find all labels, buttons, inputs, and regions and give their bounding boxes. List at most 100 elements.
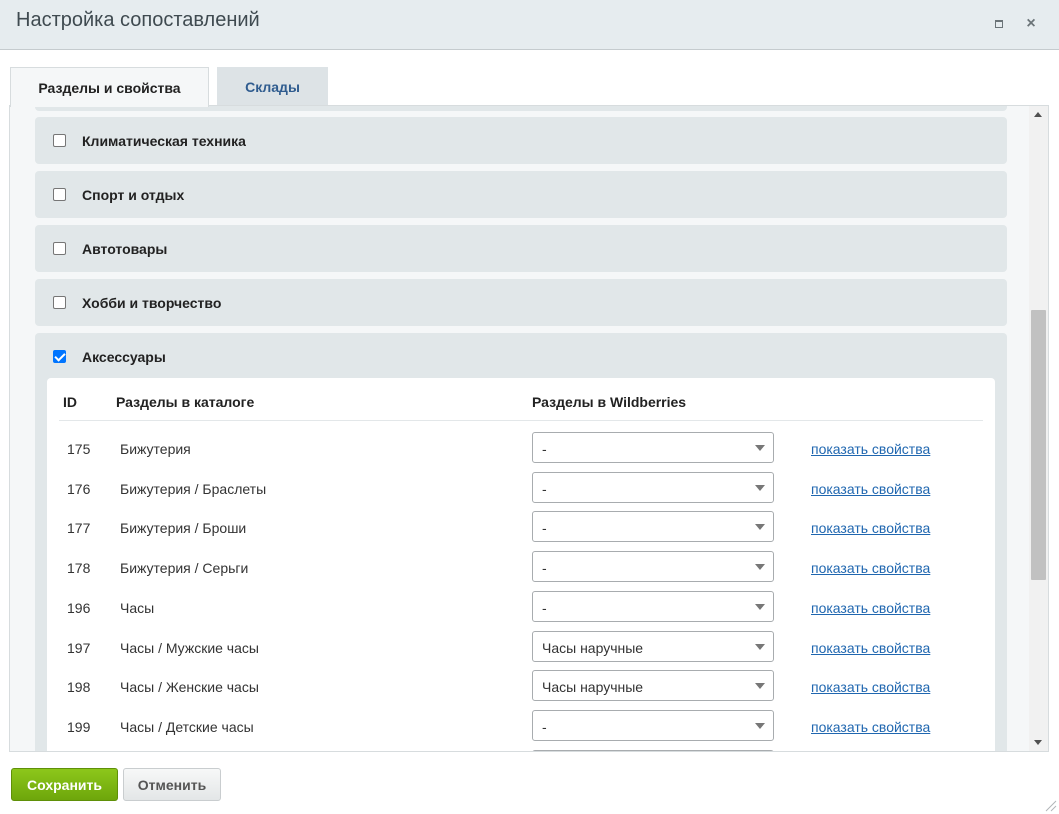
table-row: 177 Бижутерия / Броши - показать свойств… [47, 509, 995, 549]
dialog-title: Настройка сопоставлений [16, 9, 260, 31]
row-id: 196 [67, 599, 91, 616]
table-row: 198 Часы / Женские часы Часы наручные по… [47, 668, 995, 708]
show-properties-link[interactable]: показать свойства [811, 481, 930, 497]
select-value: Часы наручные [542, 679, 644, 696]
chevron-down-icon [755, 484, 765, 491]
select-value: - [542, 718, 547, 735]
row-catalog-section: Бижутерия / Броши [120, 520, 247, 537]
chevron-down-icon [755, 564, 765, 571]
show-properties-link[interactable]: показать свойства [811, 560, 930, 576]
chevron-down-icon [755, 643, 765, 650]
section-checkbox[interactable] [53, 350, 66, 363]
column-header-wildberries: Разделы в Wildberries [532, 394, 687, 410]
row-id: 175 [67, 441, 91, 457]
chevron-down-icon [755, 603, 765, 610]
section-hobby: Хобби и творчество [35, 279, 1007, 326]
section-header[interactable]: Автотовары [35, 225, 1007, 272]
table-row: 197 Часы / Мужские часы Часы наручные по… [47, 629, 995, 669]
show-properties-link[interactable]: показать свойства [811, 441, 930, 457]
wildberries-section-select[interactable] [532, 749, 774, 751]
scroll-up-arrow-icon[interactable] [1034, 112, 1042, 117]
show-properties-link[interactable]: показать свойства [811, 679, 930, 695]
wildberries-section-select[interactable]: - [532, 551, 774, 583]
select-value: - [542, 520, 547, 537]
mapping-table: ID Разделы в каталоге Разделы в Wildberr… [47, 378, 995, 751]
section-auto: Автотовары [35, 225, 1007, 272]
select-value: - [542, 560, 547, 577]
section-checkbox[interactable] [53, 242, 66, 255]
row-id: 199 [67, 718, 91, 735]
section-header[interactable]: Климатическая техника [35, 117, 1007, 164]
row-id: 176 [67, 480, 91, 497]
select-value: - [542, 599, 547, 616]
scroll-down-arrow-icon[interactable] [1034, 740, 1042, 745]
scrollbar-thumb[interactable] [1031, 310, 1046, 580]
show-properties-link[interactable]: показать свойства [811, 640, 930, 656]
row-catalog-section: Часы / Мужские часы [120, 639, 259, 656]
dialog-titlebar: Настройка сопоставлений × [0, 0, 1059, 50]
row-catalog-section: Бижутерия / Серьги [120, 560, 249, 577]
maximize-icon [995, 20, 1003, 28]
tab-sections-properties[interactable]: Разделы и свойства [10, 67, 209, 107]
close-icon: × [1026, 15, 1036, 32]
wildberries-section-select[interactable]: - [532, 471, 774, 503]
show-properties-link[interactable]: показать свойства [811, 600, 930, 616]
show-properties-link[interactable]: показать свойства [811, 520, 930, 536]
row-id: 197 [67, 639, 91, 656]
tab-content-panel: Климатическая техника Спорт и отдых Авто… [9, 105, 1049, 752]
row-catalog-section: Часы / Женские часы [120, 679, 259, 696]
row-catalog-section: Бижутерия [120, 441, 191, 457]
vertical-scrollbar[interactable] [1029, 106, 1048, 751]
section-header[interactable]: Хобби и творчество [35, 279, 1007, 326]
wildberries-section-select[interactable]: - [532, 511, 774, 543]
row-catalog-section: Часы [120, 599, 155, 616]
row-id: 177 [67, 520, 91, 537]
row-catalog-section: Часы / Детские часы [120, 718, 254, 735]
wildberries-section-select[interactable]: - [532, 432, 774, 463]
chevron-down-icon [755, 722, 765, 729]
wildberries-section-select[interactable]: Часы наручные [532, 630, 774, 662]
header-divider [59, 420, 983, 421]
section-accessories: Аксессуары ID Разделы в каталоге Разделы… [35, 333, 1007, 751]
scroll-area: Климатическая техника Спорт и отдых Авто… [10, 106, 1030, 751]
section-label: Автотовары [82, 240, 168, 257]
maximize-button[interactable] [989, 14, 1009, 34]
wildberries-section-select[interactable]: Часы наручные [532, 670, 774, 702]
section-label: Спорт и отдых [82, 186, 185, 203]
select-value: Часы наручные [542, 639, 644, 656]
section-label: Хобби и творчество [82, 294, 222, 311]
table-row: 176 Бижутерия / Браслеты - показать свой… [47, 470, 995, 510]
section-label: Аксессуары [82, 348, 166, 365]
chevron-down-icon [755, 683, 765, 690]
section-checkbox[interactable] [53, 296, 66, 309]
show-properties-link[interactable]: показать свойства [811, 719, 930, 735]
wildberries-section-select[interactable]: - [532, 709, 774, 741]
cancel-button[interactable]: Отменить [123, 768, 221, 801]
section-sport: Спорт и отдых [35, 171, 1007, 218]
section-label: Климатическая техника [82, 132, 246, 149]
table-row-partial [47, 748, 995, 751]
tab-warehouses[interactable]: Склады [217, 67, 328, 106]
wildberries-section-select[interactable]: - [532, 590, 774, 622]
table-row: 178 Бижутерия / Серьги - показать свойст… [47, 549, 995, 589]
row-id: 198 [67, 679, 91, 696]
section-checkbox[interactable] [53, 134, 66, 147]
close-button[interactable]: × [1021, 14, 1041, 34]
select-value: - [542, 480, 547, 497]
select-value: - [542, 441, 547, 457]
section-header[interactable]: Аксессуары [35, 333, 1007, 380]
column-header-catalog: Разделы в каталоге [116, 394, 255, 410]
section-header[interactable]: Спорт и отдых [35, 171, 1007, 218]
column-header-id: ID [63, 394, 77, 410]
save-button[interactable]: Сохранить [11, 768, 118, 801]
table-row: 196 Часы - показать свойства [47, 589, 995, 629]
chevron-down-icon [755, 445, 765, 451]
section-checkbox[interactable] [53, 188, 66, 201]
chevron-down-icon [755, 524, 765, 531]
table-row: 199 Часы / Детские часы - показать свойс… [47, 708, 995, 748]
table-row: 175 Бижутерия - показать свойства [47, 430, 995, 470]
row-id: 178 [67, 560, 91, 577]
resize-grip-icon[interactable] [1045, 800, 1057, 812]
row-catalog-section: Бижутерия / Браслеты [120, 480, 267, 497]
section-climate: Климатическая техника [35, 117, 1007, 164]
